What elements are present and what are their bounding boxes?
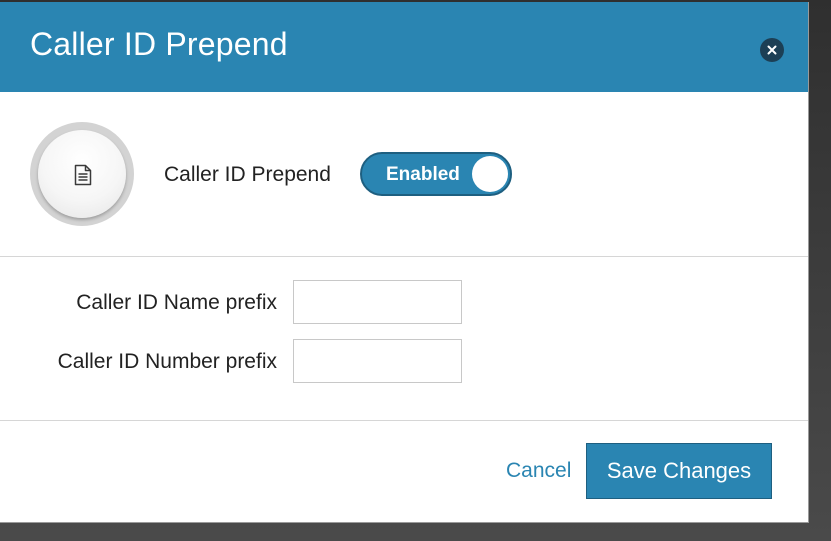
toggle-state-label: Enabled <box>386 164 460 185</box>
dialog-header: Caller ID Prepend <box>0 2 808 92</box>
name-prefix-input[interactable] <box>293 280 462 324</box>
feature-label: Caller ID Prepend <box>164 163 331 186</box>
close-icon[interactable] <box>760 38 784 62</box>
toggle-knob <box>472 156 508 192</box>
dialog-title: Caller ID Prepend <box>30 26 288 62</box>
name-prefix-label: Caller ID Name prefix <box>76 291 277 314</box>
feature-icon-badge <box>30 122 134 226</box>
number-prefix-label: Caller ID Number prefix <box>57 350 277 373</box>
feature-section: Caller ID Prepend Enabled <box>0 92 808 257</box>
document-icon <box>38 130 126 218</box>
save-changes-button[interactable]: Save Changes <box>586 443 772 499</box>
number-prefix-input[interactable] <box>293 339 462 383</box>
caller-id-prepend-toggle[interactable]: Enabled <box>360 152 512 196</box>
prefix-form: Caller ID Name prefix Caller ID Number p… <box>0 257 808 421</box>
cancel-button[interactable]: Cancel <box>506 459 571 483</box>
caller-id-prepend-dialog: Caller ID Prepend Caller ID Prepend Enab… <box>0 2 809 523</box>
